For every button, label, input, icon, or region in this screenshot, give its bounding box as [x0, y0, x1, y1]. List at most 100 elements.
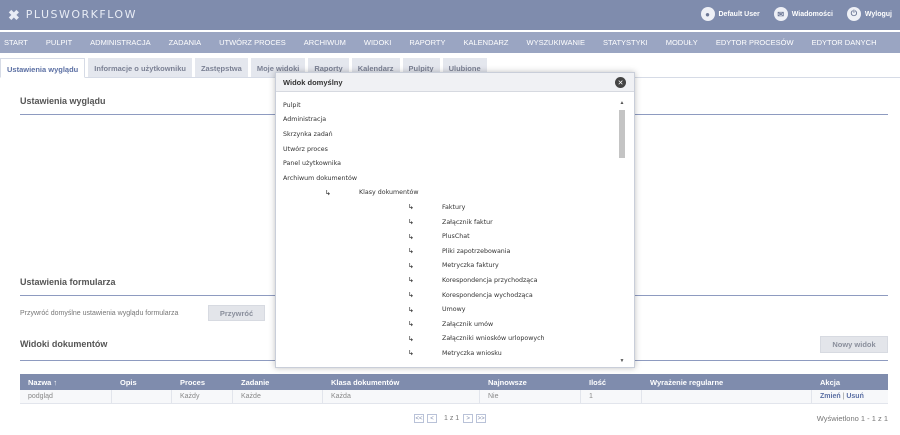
nav-item-zadania[interactable]: ZADANIA — [169, 38, 202, 47]
nav-item-raporty[interactable]: RAPORTY — [409, 38, 445, 47]
tree-item[interactable]: ↳ Załącznik faktur — [283, 215, 623, 230]
child-arrow-icon: ↳ — [408, 291, 414, 300]
nav-item-wyszukiwanie[interactable]: WYSZUKIWANIE — [527, 38, 585, 47]
prev-page-button[interactable]: < — [427, 414, 437, 423]
messages-button[interactable]: ✉ Wiadomości — [773, 7, 833, 21]
tree-item[interactable]: ↳ Klasy dokumentów — [283, 186, 623, 201]
tree-item-label: Klasy dokumentów — [359, 189, 419, 197]
tree-item-label: Załącznik umów — [442, 320, 494, 328]
tab-zastepstwa[interactable]: Zastępstwa — [194, 58, 248, 77]
cell-proces: Każdy — [172, 389, 233, 404]
nav-item-edytor-danych[interactable]: EDYTOR DANYCH — [812, 38, 877, 47]
default-view-dialog: Widok domyślny ✕ Pulpit Administracja Skrz… — [275, 72, 635, 368]
nav-item-edytor-procesow[interactable]: EDYTOR PROCESÓW — [716, 38, 794, 47]
nav-item-moduly[interactable]: MODUŁY — [666, 38, 698, 47]
form-section-title: Ustawienia formularza — [20, 277, 116, 287]
nav-item-pulpit[interactable]: PULPIT — [46, 38, 72, 47]
pager-info: Wyświetlono 1 - 1 z 1 — [816, 414, 888, 423]
child-arrow-icon: ↳ — [325, 188, 331, 197]
new-view-button[interactable]: Nowy widok — [820, 336, 888, 353]
next-page-button[interactable]: > — [463, 414, 474, 423]
column-header-wyrazenie[interactable]: Wyrażenie regularne — [642, 378, 812, 387]
user-button[interactable]: ● Default User — [700, 7, 760, 21]
first-page-button[interactable]: << — [414, 414, 424, 423]
edit-link[interactable]: Zmień — [820, 393, 841, 400]
tree-item[interactable]: ↳ Załącznik umów — [283, 317, 623, 332]
scroll-down-icon[interactable]: ▼ — [618, 356, 626, 366]
dialog-title: Widok domyślny — [283, 77, 343, 87]
column-header-zadanie[interactable]: Zadanie — [233, 378, 323, 387]
column-header-opis[interactable]: Opis — [112, 378, 172, 387]
tree-item[interactable]: ↳ Metryczka wniosku — [283, 346, 623, 361]
tree-item[interactable]: Archiwum dokumentów — [283, 171, 623, 186]
restore-button[interactable]: Przywróć — [208, 305, 265, 321]
tree-item-label: Administracja — [283, 116, 327, 124]
column-header-proces[interactable]: Proces — [172, 378, 233, 387]
tab-informacje-o-uzytkowniku[interactable]: Informacje o użytkowniku — [88, 58, 192, 77]
child-arrow-icon: ↳ — [408, 349, 414, 358]
page-indicator: 1 z 1 — [444, 415, 460, 422]
tree-item-label: Umowy — [442, 306, 466, 314]
tree-item[interactable]: ↳ Umowy — [283, 302, 623, 317]
delete-link[interactable]: Usuń — [846, 393, 864, 400]
logout-label: Wyloguj — [864, 10, 892, 18]
tree-item-label: Pulpit — [283, 101, 301, 109]
close-circle-icon[interactable]: ✕ — [615, 77, 626, 88]
tree-item[interactable]: Panel użytkownika — [283, 156, 623, 171]
nav-item-kalendarz[interactable]: KALENDARZ — [463, 38, 508, 47]
logo-text: PLUSWORKFLOW — [25, 8, 137, 21]
tree-item[interactable]: ↳ Korespondencja wychodząca — [283, 288, 623, 303]
tree-item[interactable]: Administracja — [283, 113, 623, 128]
child-arrow-icon: ↳ — [408, 276, 414, 285]
tree-scrollbar[interactable]: ▲ ▼ — [618, 98, 626, 366]
tree-item[interactable]: ↳ Metryczka faktury — [283, 259, 623, 274]
last-page-button[interactable]: >> — [476, 414, 487, 423]
top-bar: ✖ PLUSWORKFLOW ● Default User ✉ Wiadomoś… — [0, 0, 900, 30]
nav-item-start[interactable]: START — [4, 38, 28, 47]
power-icon: ⏻ — [846, 7, 861, 21]
cell-zadanie: Każde — [233, 389, 323, 404]
tree-item-label: PlusChat — [442, 233, 470, 241]
nav-item-utworz-proces[interactable]: UTWÓRZ PROCES — [219, 38, 286, 47]
table-header: Nazwa ↑ Opis Proces Zadanie Klasa dokume… — [20, 374, 888, 390]
dialog-header: Widok domyślny — [276, 73, 634, 92]
column-header-najnowsze[interactable]: Najnowsze — [480, 378, 581, 387]
nav-item-administracja[interactable]: ADMINISTRACJA — [90, 38, 150, 47]
envelope-icon: ✉ — [773, 7, 788, 21]
tree-item[interactable]: ↳ Pliki zapotrzebowania — [283, 244, 623, 259]
main-nav: START PULPIT ADMINISTRACJA ZADANIA UTWÓR… — [0, 32, 900, 53]
tree-item-label: Utwórz proces — [283, 145, 328, 153]
table-row[interactable]: podgląd Każdy Każde Każda Nie 1 Zmień | … — [20, 389, 888, 404]
app-logo[interactable]: ✖ PLUSWORKFLOW — [8, 8, 137, 22]
user-icon: ● — [700, 7, 715, 21]
tree-item[interactable]: Skrzynka zadań — [283, 127, 623, 142]
nav-item-statystyki[interactable]: STATYSTYKI — [603, 38, 648, 47]
tree-item[interactable]: Pulpit — [283, 98, 623, 113]
tree-item[interactable]: ↳ Załączniki wniosków urlopowych — [283, 332, 623, 347]
view-tree: Pulpit Administracja Skrzynka zadań Utwórz … — [283, 98, 623, 366]
column-header-ilosc[interactable]: Ilość — [581, 378, 642, 387]
logout-button[interactable]: ⏻ Wyloguj — [846, 7, 892, 21]
scroll-up-icon[interactable]: ▲ — [618, 98, 626, 108]
tree-item[interactable]: Utwórz proces — [283, 142, 623, 157]
nav-item-widoki[interactable]: WIDOKI — [364, 38, 392, 47]
user-label: Default User — [718, 10, 760, 18]
scroll-thumb[interactable] — [619, 110, 625, 158]
messages-label: Wiadomości — [791, 10, 833, 18]
nav-item-archiwum[interactable]: ARCHIWUM — [304, 38, 346, 47]
tree-item[interactable]: ↳ Faktury — [283, 200, 623, 215]
logo-x-icon: ✖ — [8, 7, 20, 23]
cell-nazwa: podgląd — [20, 389, 112, 404]
tree-item[interactable]: ↳ Korespondencja przychodząca — [283, 273, 623, 288]
tree-item[interactable]: ↳ PlusChat — [283, 229, 623, 244]
child-arrow-icon: ↳ — [408, 261, 414, 270]
column-header-klasa[interactable]: Klasa dokumentów — [323, 378, 480, 387]
tree-item-label: Korespondencja wychodząca — [442, 291, 533, 299]
child-arrow-icon: ↳ — [408, 305, 414, 314]
tab-ustawienia-wygladu[interactable]: Ustawienia wyglądu — [0, 58, 86, 78]
tree-item-label: Pliki zapotrzebowania — [442, 247, 511, 255]
cell-akcja: Zmień | Usuń — [812, 390, 888, 404]
column-header-nazwa[interactable]: Nazwa ↑ — [20, 378, 112, 387]
column-header-akcja: Akcja — [820, 377, 841, 387]
cell-wyrazenie — [642, 389, 812, 404]
